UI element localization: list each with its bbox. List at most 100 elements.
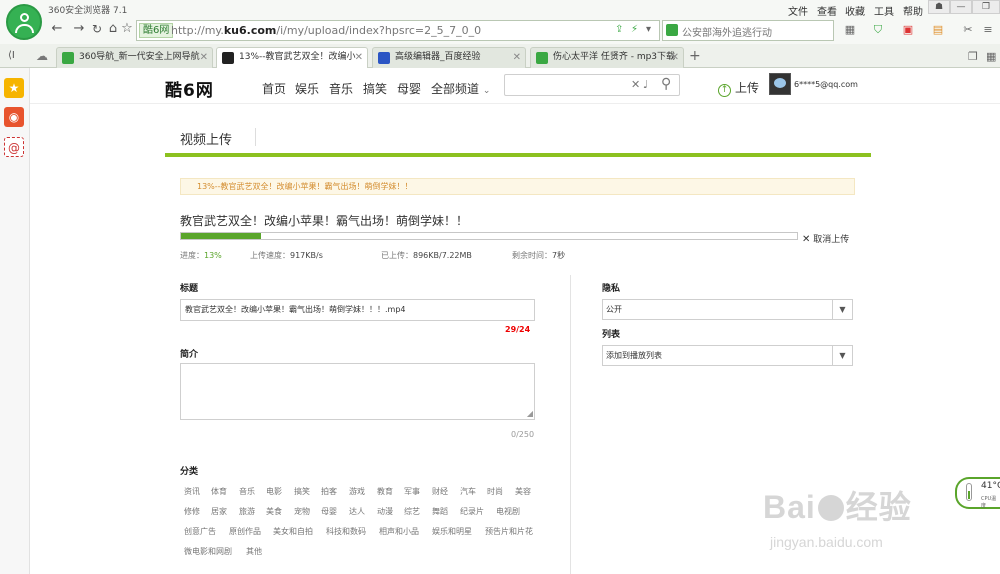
menu-view[interactable]: 查看 — [817, 3, 837, 18]
upload-button[interactable]: ↑ 上传 — [718, 79, 759, 97]
collapse-sidebar-icon[interactable]: ⟨I — [8, 50, 15, 61]
category-item[interactable]: 动漫 — [377, 506, 393, 517]
menu-more-icon[interactable]: ≡ — [980, 22, 996, 38]
security-shield-icon[interactable]: ⛉ — [870, 22, 886, 38]
menu-file[interactable]: 文件 — [788, 3, 808, 18]
category-item[interactable]: 美容 — [515, 486, 531, 497]
stat-uploaded: 已上传：896KB/7.22MB — [381, 251, 472, 260]
category-item[interactable]: 原创作品 — [229, 526, 261, 537]
tab-close-icon[interactable]: ✕ — [671, 48, 679, 67]
search-icon[interactable]: ⚲ — [661, 76, 671, 92]
category-item[interactable]: 军事 — [404, 486, 420, 497]
category-item[interactable]: 宠物 — [294, 506, 310, 517]
weibo-icon[interactable]: ◉ — [4, 107, 24, 127]
nav-funny[interactable]: 搞笑 — [363, 80, 387, 97]
nav-all-channels[interactable]: 全部频道 ⌄ — [431, 80, 490, 97]
category-item[interactable]: 综艺 — [404, 506, 420, 517]
restore-tab-icon[interactable]: ❐ — [968, 50, 978, 63]
account-avatar-icon[interactable] — [6, 4, 42, 40]
tab-mp3[interactable]: 伤心太平洋 任贤齐 - mp3下载 ✕ — [530, 47, 684, 68]
tab-close-icon[interactable]: ✕ — [355, 48, 363, 67]
menu-favorites[interactable]: 收藏 — [845, 3, 865, 18]
category-item[interactable]: 拍客 — [321, 486, 337, 497]
tab-close-icon[interactable]: ✕ — [513, 48, 521, 67]
upload-arrow-icon: ↑ — [718, 84, 731, 97]
nav-home[interactable]: 首页 — [262, 80, 286, 97]
new-tab-icon[interactable]: + — [689, 48, 701, 64]
menu-tools[interactable]: 工具 — [874, 3, 894, 18]
description-textarea[interactable]: ◢ — [180, 363, 535, 420]
tab-baidu-editor[interactable]: 高级编辑器_百度经验 ✕ — [372, 47, 526, 68]
category-item[interactable]: 搞笑 — [294, 486, 310, 497]
skin-icon[interactable]: ☗ — [928, 0, 950, 14]
category-item[interactable]: 舞蹈 — [432, 506, 448, 517]
category-item[interactable]: 教育 — [377, 486, 393, 497]
category-item[interactable]: 资讯 — [184, 486, 200, 497]
address-bar[interactable]: 酷6网 http://my.ku6.com/i/my/upload/index?… — [136, 20, 660, 41]
nav-entertainment[interactable]: 娱乐 — [295, 80, 319, 97]
category-item[interactable]: 音乐 — [239, 486, 255, 497]
title-input[interactable]: 教官武艺双全！改编小苹果！霸气出场！萌倒学妹！！！.mp4 — [180, 299, 535, 321]
category-item[interactable]: 其他 — [246, 546, 262, 557]
cpu-temp-widget[interactable]: 41°C CPU温度 — [955, 477, 1000, 509]
apps-grid-icon[interactable]: ▦ — [842, 22, 858, 38]
tab-360-nav[interactable]: 360导航_新一代安全上网导航 ✕ — [56, 47, 213, 68]
favorites-star-icon[interactable]: ★ — [4, 78, 24, 98]
category-item[interactable]: 预告片和片花 — [485, 526, 533, 537]
category-item[interactable]: 纪录片 — [460, 506, 484, 517]
category-item[interactable]: 微电影和网剧 — [184, 546, 232, 557]
cloud-icon[interactable]: ☁ — [36, 49, 48, 63]
category-item[interactable]: 电视剧 — [496, 506, 520, 517]
mic-icon[interactable]: ♩ — [643, 78, 648, 91]
privacy-select[interactable]: 公开 ▼ — [602, 299, 853, 320]
category-item[interactable]: 电影 — [266, 486, 282, 497]
category-item[interactable]: 美食 — [266, 506, 282, 517]
ku6-logo[interactable]: 酷6网 — [165, 76, 214, 101]
maximize-icon[interactable]: ❐ — [972, 0, 1000, 14]
category-item[interactable]: 体育 — [211, 486, 227, 497]
user-name[interactable]: 6****5@qq.com — [794, 80, 858, 89]
category-item[interactable]: 游戏 — [349, 486, 365, 497]
upload-notice: 13%--教官武艺双全！改编小苹果！霸气出场！萌倒学妹！！ — [180, 178, 855, 195]
category-item[interactable]: 汽车 — [460, 486, 476, 497]
cancel-upload-button[interactable]: ✕ 取消上传 — [802, 232, 849, 245]
category-item[interactable]: 财经 — [432, 486, 448, 497]
category-item[interactable]: 创意广告 — [184, 526, 216, 537]
menu-help[interactable]: 帮助 — [903, 3, 923, 18]
mail-icon[interactable]: @ — [4, 137, 24, 157]
resize-grip-icon[interactable]: ◢ — [527, 409, 533, 418]
minimize-icon[interactable]: — — [950, 0, 972, 14]
screenshot-icon[interactable]: ✂ — [960, 22, 976, 38]
forward-icon[interactable]: → — [70, 20, 88, 38]
clear-icon[interactable]: ✕ — [631, 78, 640, 91]
category-item[interactable]: 居家 — [211, 506, 227, 517]
tab-ku6-upload[interactable]: 13%--教官武艺双全！改编小 ✕ — [216, 47, 368, 69]
search-engine-icon[interactable] — [666, 24, 678, 36]
adblock-icon[interactable]: ▣ — [900, 22, 916, 38]
translate-icon[interactable]: ▤ — [930, 22, 946, 38]
category-item[interactable]: 达人 — [349, 506, 365, 517]
category-item[interactable]: 科技和数码 — [326, 526, 366, 537]
share-icon[interactable]: ⇪ — [615, 24, 623, 35]
back-icon[interactable]: ← — [48, 20, 66, 38]
address-url[interactable]: http://my.ku6.com/i/my/upload/index?hpsr… — [171, 24, 481, 37]
tab-close-icon[interactable]: ✕ — [200, 48, 208, 67]
user-avatar[interactable] — [769, 73, 791, 95]
category-item[interactable]: 母婴 — [321, 506, 337, 517]
lightning-icon[interactable]: ⚡ — [631, 24, 638, 35]
tab-list-icon[interactable]: ▦ — [986, 50, 996, 63]
site-search-input[interactable]: ✕ ♩ ⚲ — [504, 74, 680, 96]
browser-search-box[interactable]: 公安部海外追逃行动 — [662, 20, 834, 41]
category-item[interactable]: 修修 — [184, 506, 200, 517]
app-title: 360安全浏览器 7.1 — [48, 6, 128, 16]
nav-baby[interactable]: 母婴 — [397, 80, 421, 97]
favorite-star-icon[interactable]: ☆ — [118, 20, 136, 38]
category-item[interactable]: 旅游 — [239, 506, 255, 517]
playlist-select[interactable]: 添加到播放列表 ▼ — [602, 345, 853, 366]
category-item[interactable]: 美女和自拍 — [273, 526, 313, 537]
nav-music[interactable]: 音乐 — [329, 80, 353, 97]
category-item[interactable]: 相声和小品 — [379, 526, 419, 537]
dropdown-icon[interactable]: ▾ — [646, 24, 651, 35]
category-item[interactable]: 娱乐和明星 — [432, 526, 472, 537]
category-item[interactable]: 时尚 — [487, 486, 503, 497]
